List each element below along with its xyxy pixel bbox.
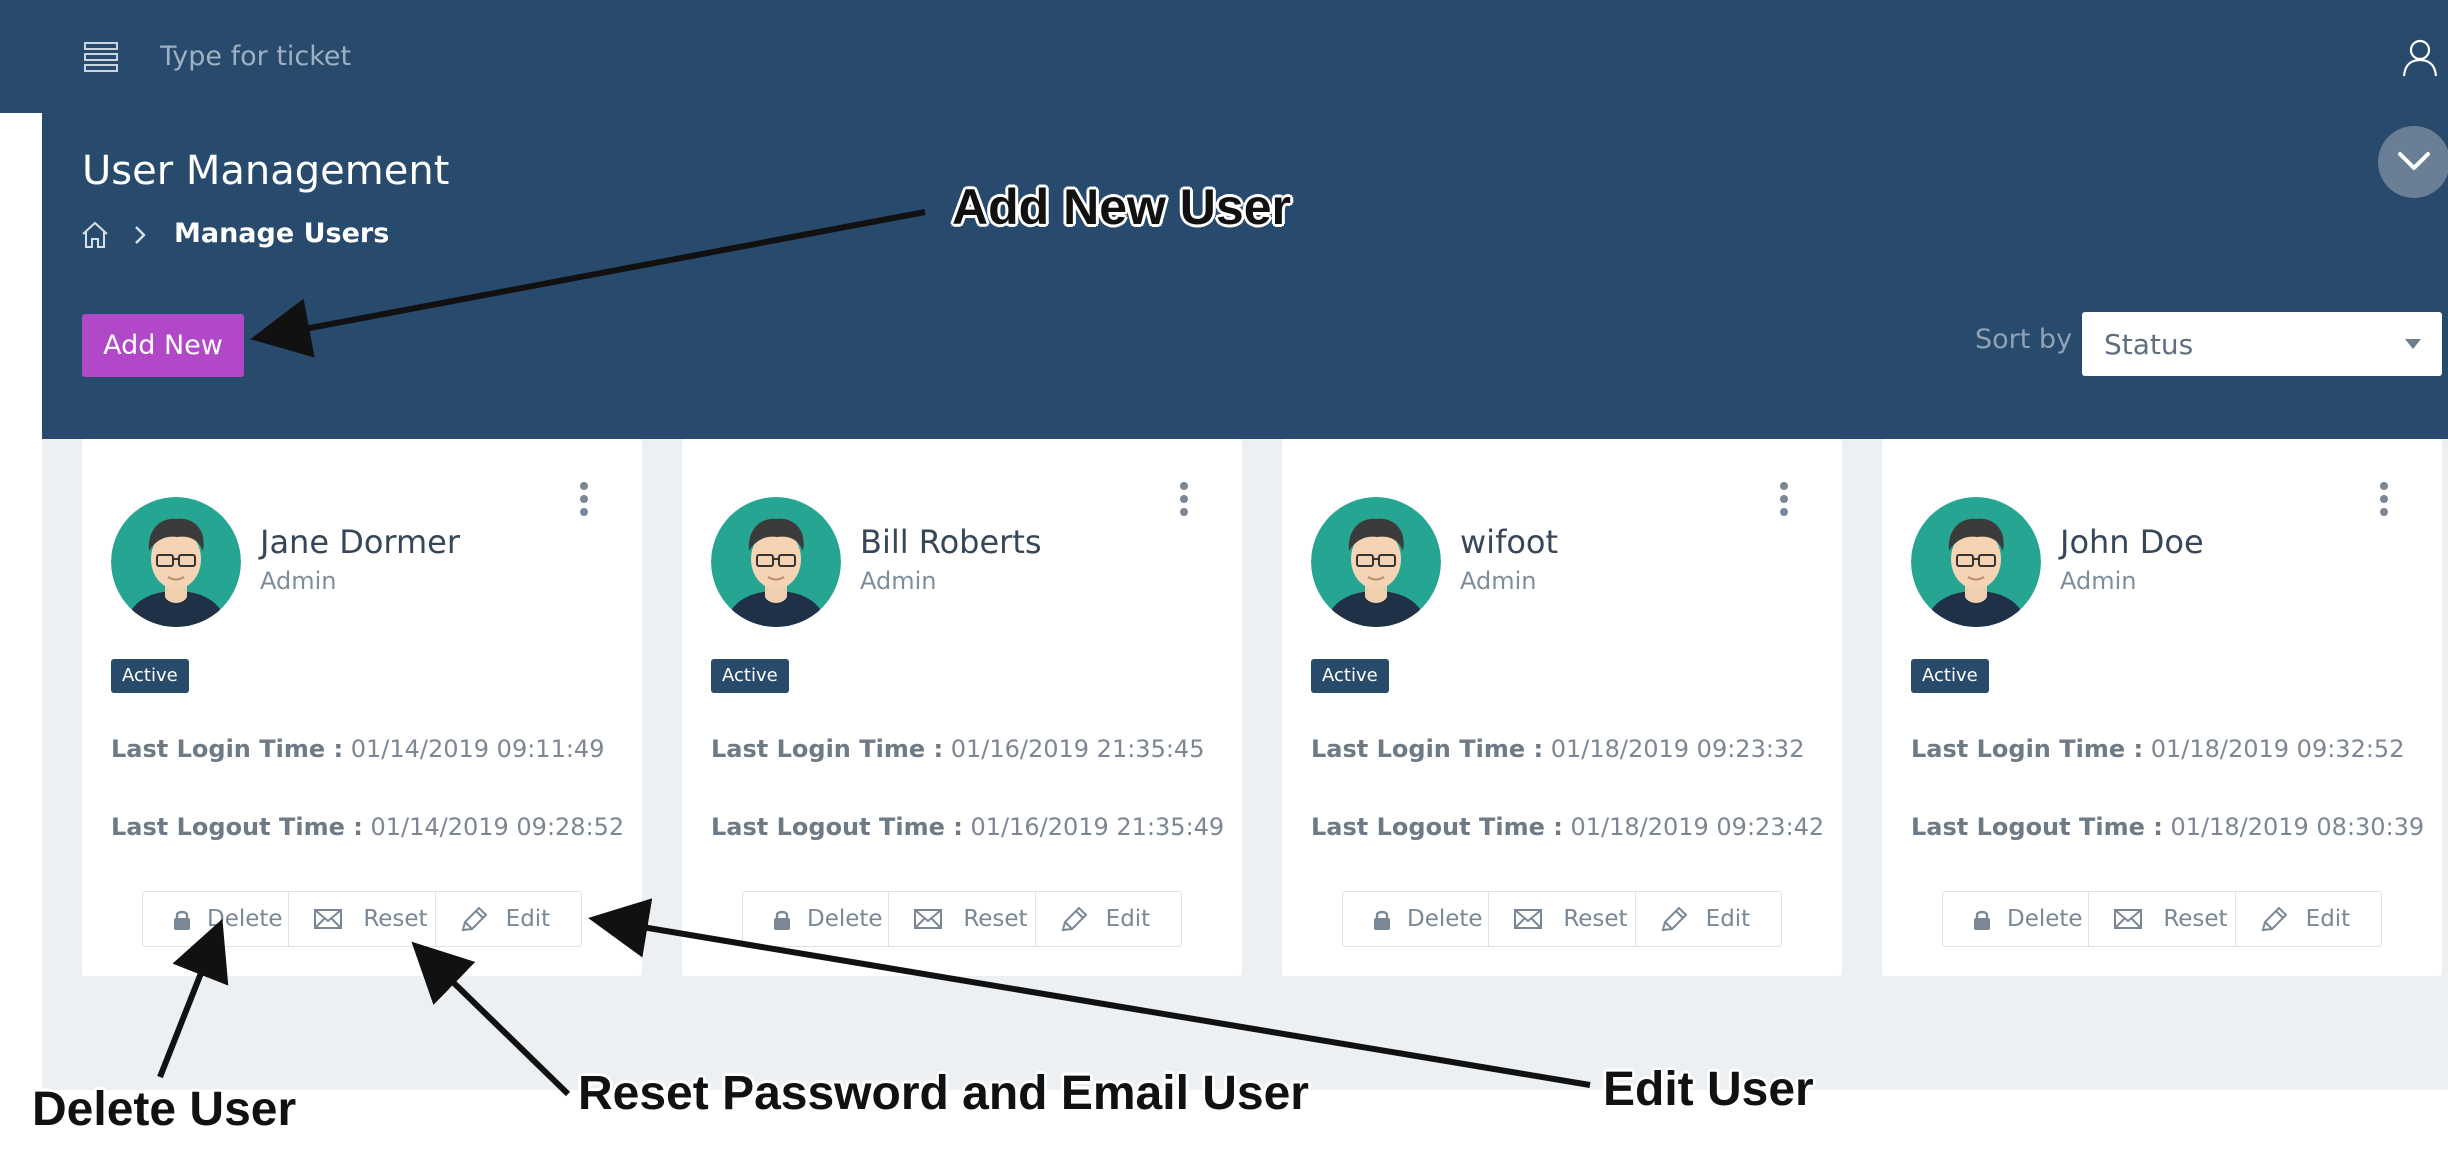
user-card: John Doe Admin Active Last Login Time : … [1882, 439, 2442, 976]
status-badge: Active [111, 659, 189, 693]
card-actions: Delete Reset Edit [142, 891, 582, 947]
lock-icon [1974, 910, 1990, 930]
reset-button[interactable]: Reset [1489, 892, 1636, 946]
envelope-icon [914, 909, 943, 929]
page-title: User Management [82, 148, 450, 194]
edit-button[interactable]: Edit [1636, 892, 1781, 946]
status-badge: Active [1911, 659, 1989, 693]
user-role: Admin [860, 567, 937, 595]
edit-button[interactable]: Edit [436, 892, 581, 946]
sort-select[interactable]: Status [2082, 312, 2442, 376]
home-icon[interactable] [80, 220, 110, 250]
card-actions: Delete Reset Edit [1342, 891, 1782, 947]
ticket-search-input[interactable] [160, 30, 860, 82]
user-card: wifoot Admin Active Last Login Time : 01… [1282, 439, 1842, 976]
sort-label: Sort by : [1975, 324, 2090, 355]
user-icon[interactable] [2402, 38, 2438, 78]
envelope-icon [2114, 909, 2143, 929]
kebab-icon[interactable] [2376, 479, 2392, 519]
last-login-line: Last Login Time : 01/18/2019 09:23:32 [1311, 735, 1805, 763]
user-name: wifoot [1460, 523, 1559, 561]
card-actions: Delete Reset Edit [742, 891, 1182, 947]
delete-button[interactable]: Delete [1943, 892, 2090, 946]
annotation-edit-user: Edit User [1603, 1063, 1814, 1116]
pencil-icon [2261, 907, 2288, 932]
pencil-icon [1061, 907, 1088, 932]
kebab-icon[interactable] [1776, 479, 1792, 519]
caret-down-icon [2405, 339, 2421, 349]
breadcrumb-current: Manage Users [174, 218, 390, 249]
last-login-line: Last Login Time : 01/14/2019 09:11:49 [111, 735, 605, 763]
status-badge: Active [711, 659, 789, 693]
avatar [1911, 497, 2041, 627]
lock-icon [174, 910, 190, 930]
user-name: Bill Roberts [860, 523, 1042, 561]
annotation-add-new-user: Add New User [952, 179, 1291, 235]
lock-icon [1374, 910, 1390, 930]
chevron-right-icon [135, 226, 146, 244]
pencil-icon [461, 907, 488, 932]
menu-icon[interactable] [84, 40, 118, 74]
user-name: John Doe [2060, 523, 2204, 561]
last-logout-line: Last Logout Time : 01/14/2019 09:28:52 [111, 813, 625, 841]
user-role: Admin [2060, 567, 2137, 595]
last-logout-line: Last Logout Time : 01/18/2019 08:30:39 [1911, 813, 2425, 841]
collapse-button[interactable] [2378, 126, 2448, 198]
delete-button[interactable]: Delete [143, 892, 290, 946]
reset-button[interactable]: Reset [289, 892, 436, 946]
envelope-icon [1514, 909, 1543, 929]
reset-button[interactable]: Reset [2089, 892, 2236, 946]
user-role: Admin [1460, 567, 1537, 595]
kebab-icon[interactable] [576, 479, 592, 519]
edit-button[interactable]: Edit [1036, 892, 1181, 946]
delete-button[interactable]: Delete [743, 892, 890, 946]
edit-button[interactable]: Edit [2236, 892, 2381, 946]
user-role: Admin [260, 567, 337, 595]
last-login-line: Last Login Time : 01/16/2019 21:35:45 [711, 735, 1205, 763]
annotation-reset-password: Reset Password and Email User [578, 1067, 1309, 1120]
sidebar [0, 113, 42, 1152]
last-login-line: Last Login Time : 01/18/2019 09:32:52 [1911, 735, 2405, 763]
lock-icon [774, 910, 790, 930]
user-card: Jane Dormer Admin Active Last Login Time… [82, 439, 642, 976]
status-badge: Active [1311, 659, 1389, 693]
avatar [711, 497, 841, 627]
last-logout-line: Last Logout Time : 01/18/2019 09:23:42 [1311, 813, 1825, 841]
card-actions: Delete Reset Edit [1942, 891, 2382, 947]
kebab-icon[interactable] [1176, 479, 1192, 519]
add-new-button[interactable]: Add New [82, 314, 244, 377]
delete-button[interactable]: Delete [1343, 892, 1490, 946]
pencil-icon [1661, 907, 1688, 932]
user-name: Jane Dormer [260, 523, 461, 561]
annotation-delete-user: Delete User [32, 1083, 297, 1136]
chevron-down-icon [2398, 152, 2430, 170]
reset-button[interactable]: Reset [889, 892, 1036, 946]
sort-value: Status [2104, 328, 2194, 361]
avatar [1311, 497, 1441, 627]
user-card: Bill Roberts Admin Active Last Login Tim… [682, 439, 1242, 976]
last-logout-line: Last Logout Time : 01/16/2019 21:35:49 [711, 813, 1225, 841]
avatar [111, 497, 241, 627]
envelope-icon [314, 909, 343, 929]
